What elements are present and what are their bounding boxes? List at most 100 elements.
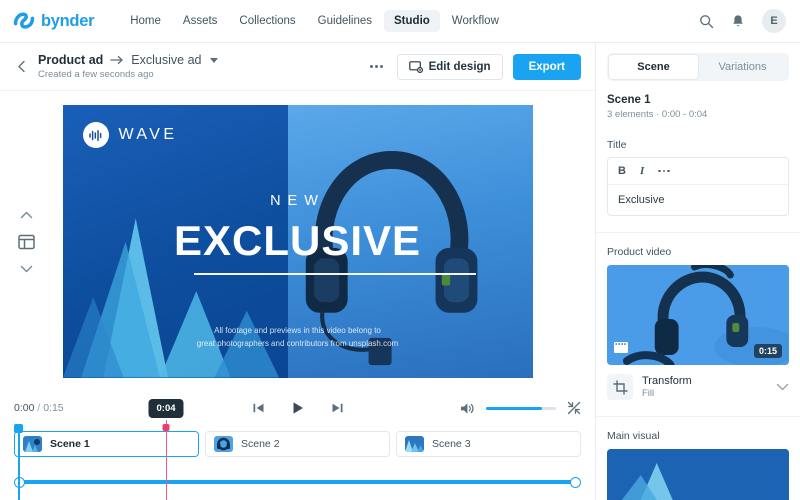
canvas-headline-text[interactable]: EXCLUSIVE (63, 217, 533, 265)
timeline-zoom-handle-right[interactable] (570, 476, 581, 488)
volume-icon[interactable] (460, 402, 475, 415)
timeline-scene-1[interactable]: Scene 1 (14, 431, 199, 457)
product-video-thumbnail[interactable]: 0:15 (607, 265, 789, 365)
edit-design-icon (408, 60, 423, 73)
waveform-icon (89, 129, 102, 141)
playback-controls (252, 401, 343, 415)
timeline-zoom-track (20, 480, 575, 484)
breadcrumb-parent[interactable]: Product ad (38, 53, 103, 67)
timeline-zoom-slider[interactable] (14, 476, 581, 488)
text-format-toolbar: B I (608, 158, 788, 185)
credit-line-2: great photographers and contributors fro… (196, 338, 399, 348)
canvas-logo-text: WAVE (118, 126, 178, 143)
title-input[interactable]: Exclusive (608, 185, 788, 215)
volume-slider-fill (486, 406, 542, 410)
transform-value: Fill (642, 388, 655, 399)
subheader-actions: Edit design Export (366, 53, 581, 80)
video-canvas[interactable]: WAVE NEW EXCLUSIVE All footage and previ… (62, 105, 533, 378)
editor-main: Product ad Exclusive ad Created a few se… (0, 43, 595, 500)
document-subheader: Product ad Exclusive ad Created a few se… (0, 43, 595, 91)
bell-icon[interactable] (731, 14, 745, 29)
scene-1-thumbnail (23, 436, 42, 452)
timeline-zoom-handle-left[interactable] (14, 476, 25, 488)
skip-back-icon[interactable] (252, 402, 264, 414)
bynder-logo[interactable]: bynder (13, 11, 95, 31)
volume-slider[interactable] (486, 406, 556, 410)
play-icon[interactable] (291, 401, 304, 415)
playhead-handle[interactable] (162, 424, 170, 431)
panel-divider-1 (596, 232, 800, 233)
title-field-label: Title (607, 139, 627, 151)
nav-item-home[interactable]: Home (120, 10, 171, 32)
export-button[interactable]: Export (512, 53, 581, 80)
more-format-options-button[interactable] (658, 169, 670, 173)
studio-app: bynder Home Assets Collections Guideline… (0, 0, 800, 500)
timeline-scene-2[interactable]: Scene 2 (205, 431, 390, 457)
wave-logo-circle (82, 122, 109, 148)
panel-divider-2 (596, 416, 800, 417)
edit-design-label: Edit design (428, 60, 491, 73)
chevron-down-icon[interactable] (776, 378, 789, 396)
chevron-left-icon[interactable] (10, 56, 32, 78)
avatar[interactable]: E (762, 9, 786, 33)
timeline-scene-strip: Scene 1 Scene 2 Scene 3 (14, 431, 581, 457)
edit-design-button[interactable]: Edit design (396, 53, 503, 80)
time-display: 0:00 / 0:15 (14, 402, 64, 414)
collapse-icon[interactable] (567, 401, 581, 415)
product-video-label: Product video (607, 246, 672, 258)
bold-button[interactable]: B (618, 165, 626, 177)
main-visual-thumbnail[interactable] (607, 449, 789, 500)
main-visual-preview (607, 449, 789, 500)
transform-texts: Transform Fill (642, 375, 692, 399)
nav-item-collections[interactable]: Collections (229, 10, 305, 32)
layout-icon[interactable] (18, 233, 35, 250)
main-nav-items: Home Assets Collections Guidelines Studi… (120, 10, 509, 32)
nav-right-actions: E (699, 9, 786, 33)
chevron-down-icon[interactable] (20, 264, 33, 273)
crop-icon (607, 374, 633, 400)
nav-item-guidelines[interactable]: Guidelines (308, 10, 382, 32)
bynder-logo-text: bynder (41, 11, 95, 30)
scene-1-label: Scene 1 (50, 438, 90, 450)
scene-2-thumbnail (214, 436, 233, 452)
bynder-logo-mark (13, 12, 35, 29)
time-separator: / (37, 402, 41, 414)
timeline-controls: 0:00 / 0:15 0:04 (14, 392, 581, 424)
breadcrumb-current[interactable]: Exclusive ad (131, 53, 201, 67)
nav-item-studio[interactable]: Studio (384, 10, 440, 32)
nav-item-assets[interactable]: Assets (173, 10, 228, 32)
scene-2-label: Scene 2 (241, 438, 280, 450)
canvas-kicker-text[interactable]: NEW (63, 193, 533, 209)
title-field-box: B I Exclusive (607, 157, 789, 216)
app-body: Product ad Exclusive ad Created a few se… (0, 43, 800, 500)
transform-name: Transform (642, 375, 692, 387)
timeline-scene-3[interactable]: Scene 3 (396, 431, 581, 457)
tab-scene[interactable]: Scene (609, 55, 698, 79)
canvas-area: WAVE NEW EXCLUSIVE All footage and previ… (0, 91, 595, 392)
chevron-up-icon[interactable] (20, 210, 33, 219)
video-type-icon (614, 340, 628, 358)
transform-property-row[interactable]: Transform Fill (607, 374, 789, 400)
skip-forward-icon[interactable] (331, 402, 343, 414)
panel-scene-title: Scene 1 (607, 94, 651, 106)
chevron-down-icon[interactable] (210, 57, 219, 63)
breadcrumb: Product ad Exclusive ad Created a few se… (38, 53, 219, 80)
timeline-start-line (18, 428, 20, 500)
credit-line-1: All footage and previews in this video b… (214, 326, 381, 336)
canvas-credit-text: All footage and previews in this video b… (63, 325, 533, 350)
italic-button[interactable]: I (640, 165, 644, 177)
arrow-right-icon (110, 55, 124, 65)
timeline: 0:00 / 0:15 0:04 Scene 1 Scene 2 Scene 3 (0, 392, 595, 500)
search-icon[interactable] (699, 14, 714, 29)
top-navigation-bar: bynder Home Assets Collections Guideline… (0, 0, 800, 43)
timeline-start-marker[interactable] (14, 424, 23, 433)
tab-variations[interactable]: Variations (698, 55, 787, 79)
scene-3-label: Scene 3 (432, 438, 471, 450)
more-options-button[interactable] (366, 59, 387, 74)
nav-item-workflow[interactable]: Workflow (442, 10, 509, 32)
created-timestamp: Created a few seconds ago (38, 69, 154, 80)
timeline-right-controls (460, 401, 581, 415)
panel-scene-meta: 3 elements · 0:00 - 0:04 (607, 109, 708, 120)
product-video-duration-badge: 0:15 (753, 344, 782, 358)
main-visual-label: Main visual (607, 430, 660, 442)
